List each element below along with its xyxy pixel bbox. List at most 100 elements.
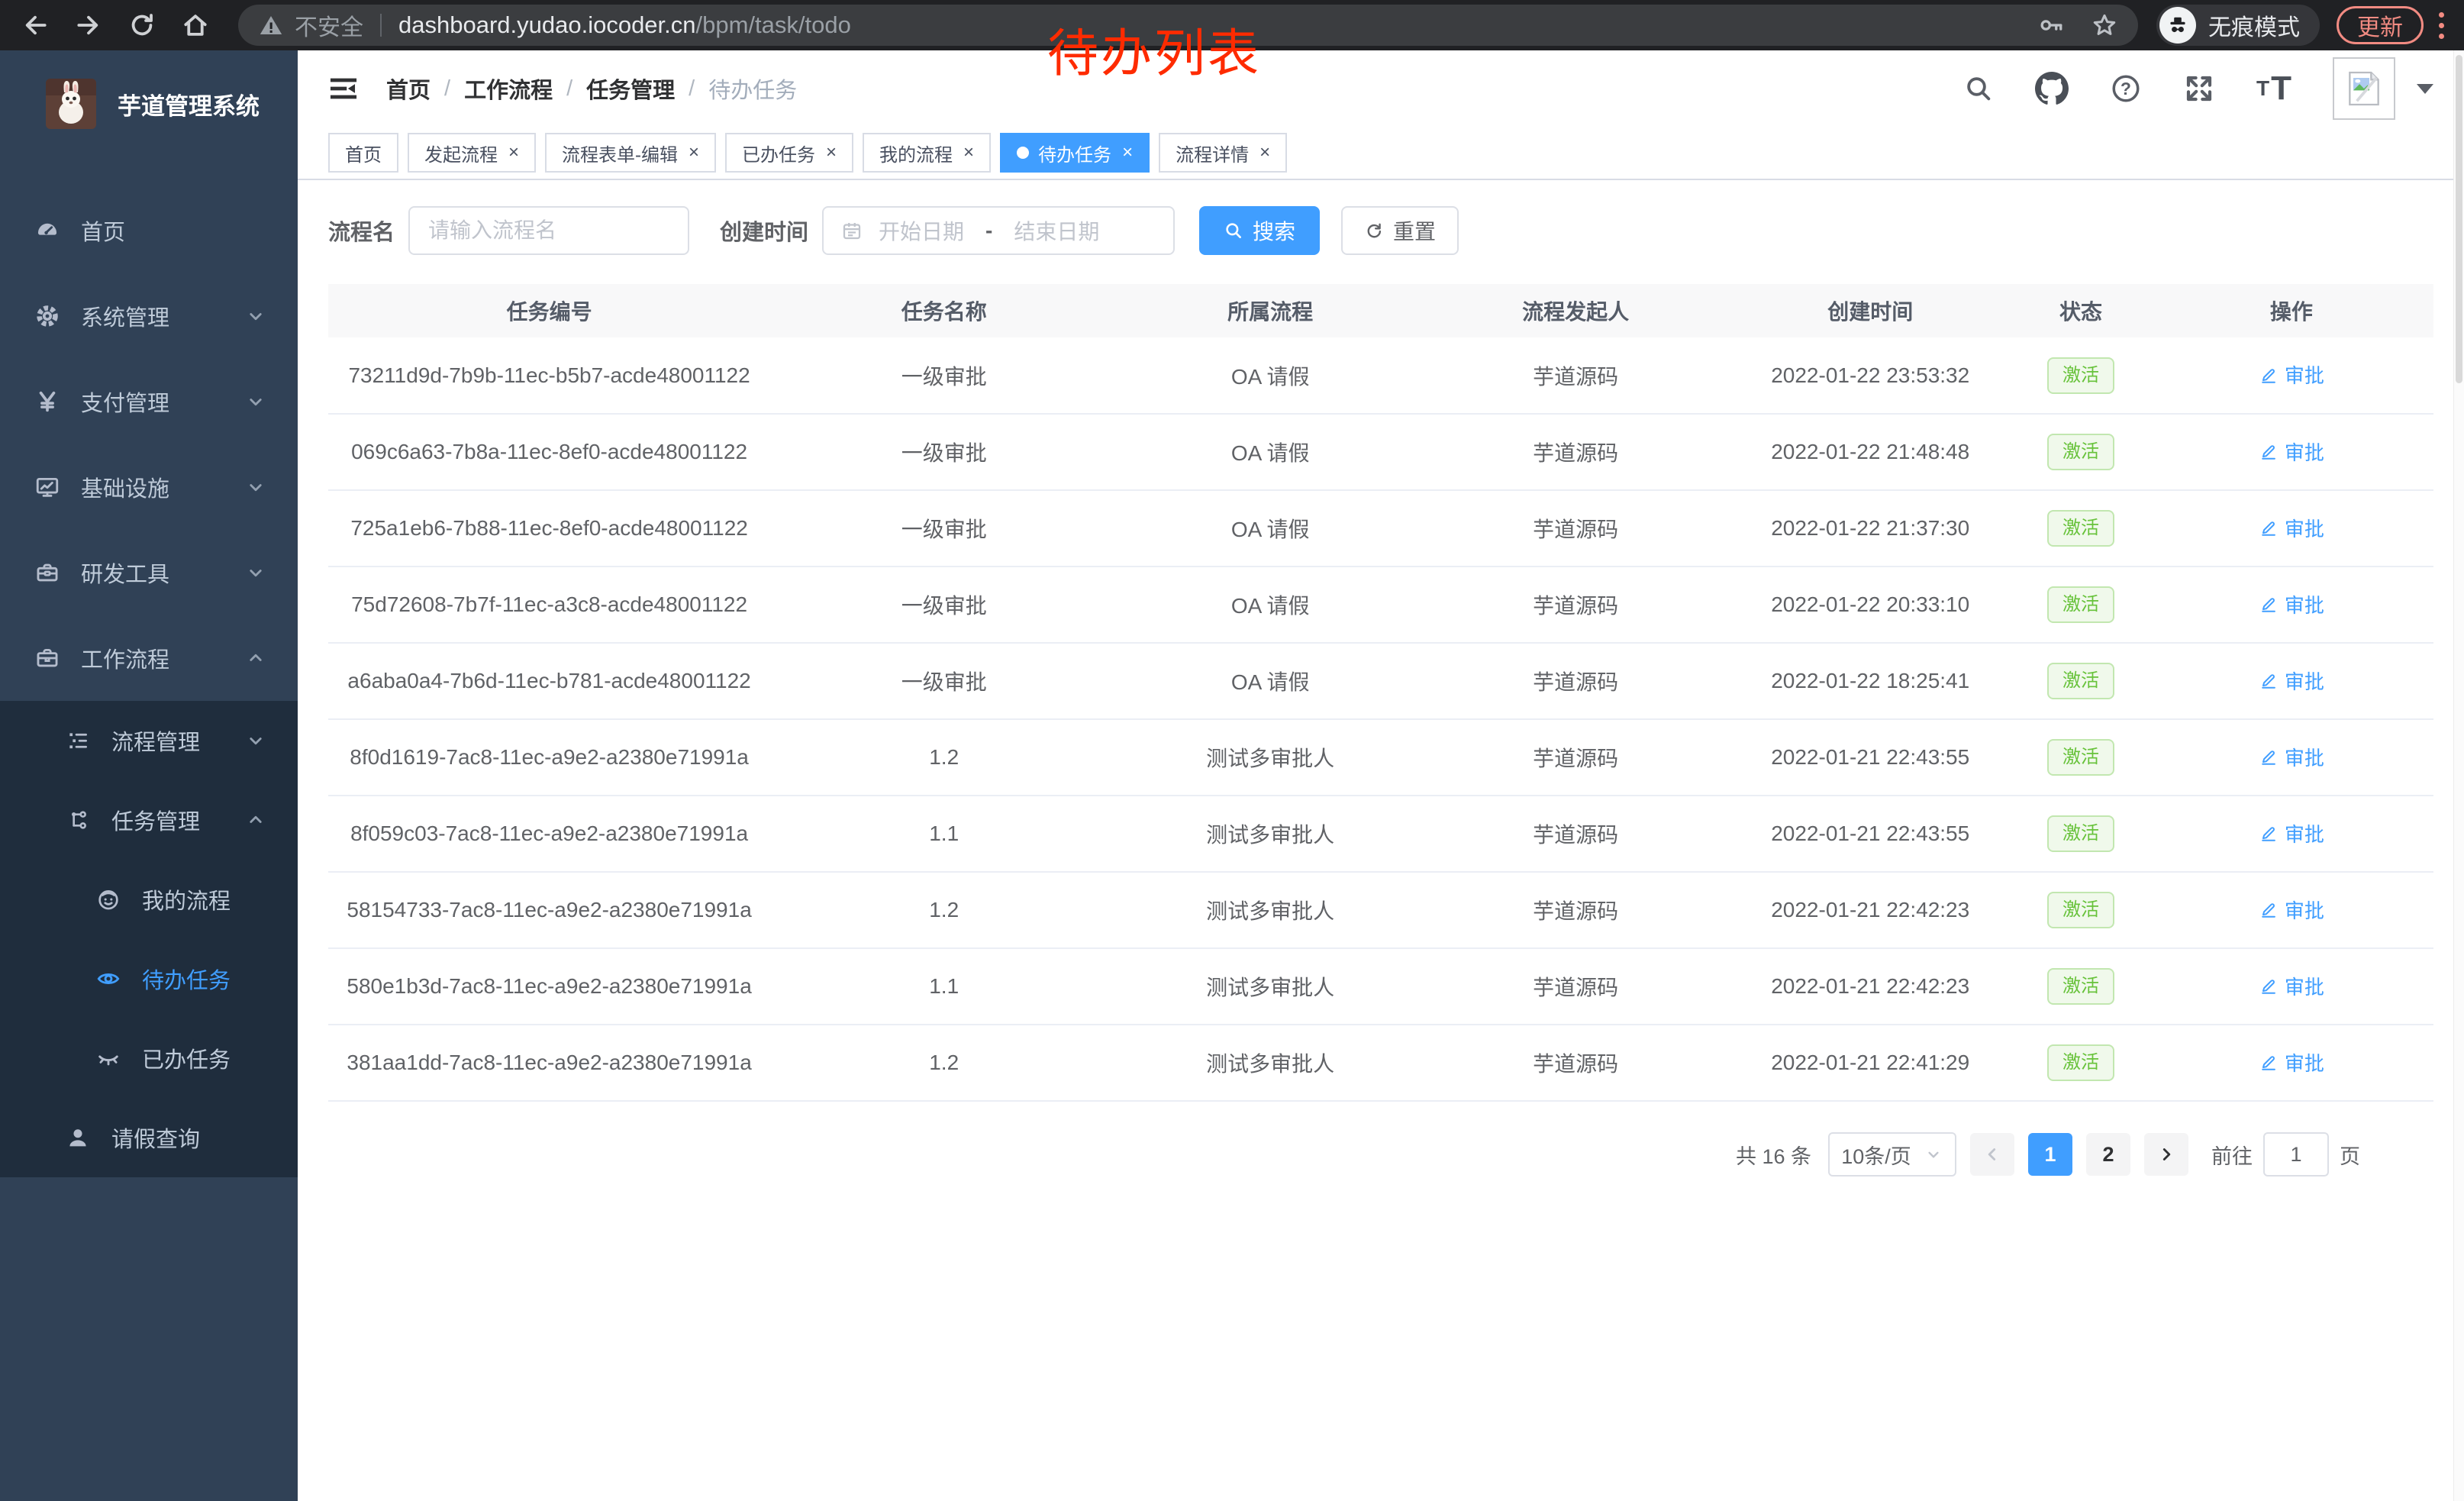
sidebar-item-my-process[interactable]: 我的流程 xyxy=(0,860,298,939)
sidebar-item-dev-tools[interactable]: 研发工具 xyxy=(0,530,298,615)
chevron-down-icon xyxy=(244,305,267,328)
status-cell: 激活 xyxy=(2012,796,2149,872)
sidebar-item-leave-query[interactable]: 请假查询 xyxy=(0,1098,298,1177)
create-time-cell: 2022-01-21 22:42:23 xyxy=(1728,948,2012,1025)
browser-home-icon[interactable] xyxy=(180,10,211,40)
help-icon[interactable]: ? xyxy=(2110,73,2142,105)
tab-process-detail[interactable]: 流程详情× xyxy=(1159,133,1287,173)
sidebar-item-home[interactable]: 首页 xyxy=(0,188,298,273)
sidebar-item-done-task[interactable]: 已办任务 xyxy=(0,1018,298,1098)
reset-button[interactable]: 重置 xyxy=(1341,206,1459,255)
tab-close-icon[interactable]: × xyxy=(1122,144,1133,162)
starter-cell: 芋道源码 xyxy=(1423,948,1728,1025)
fullscreen-icon[interactable] xyxy=(2183,73,2215,105)
browser-menu-icon[interactable] xyxy=(2439,12,2444,39)
tab-initiate-process[interactable]: 发起流程× xyxy=(408,133,536,173)
approve-link[interactable]: 审批 xyxy=(2259,1048,2324,1077)
bookmark-star-icon[interactable] xyxy=(2091,11,2118,39)
search-icon[interactable] xyxy=(1963,73,1994,104)
approve-link[interactable]: 审批 xyxy=(2259,514,2324,542)
edit-pencil-icon xyxy=(2259,594,2279,614)
sidebar-item-todo-task[interactable]: 待办任务 xyxy=(0,939,298,1018)
tab-process-form-edit[interactable]: 流程表单-编辑× xyxy=(545,133,716,173)
incognito-badge: 无痕模式 xyxy=(2156,5,2320,46)
page-button-2[interactable]: 2 xyxy=(2086,1133,2130,1176)
tab-close-icon[interactable]: × xyxy=(826,144,837,162)
tab-done-task[interactable]: 已办任务× xyxy=(725,133,853,173)
logo[interactable]: 芋道管理系统 xyxy=(0,50,298,157)
sidebar-item-system-management[interactable]: 系统管理 xyxy=(0,273,298,359)
sidebar-item-label: 系统管理 xyxy=(81,300,169,332)
tab-home[interactable]: 首页 xyxy=(328,133,398,173)
create-time-cell: 2022-01-22 23:53:32 xyxy=(1728,337,2012,414)
sidebar-item-label: 研发工具 xyxy=(81,557,169,589)
font-size-icon[interactable]: TT xyxy=(2256,72,2291,105)
approve-link[interactable]: 审批 xyxy=(2259,667,2324,695)
approve-link[interactable]: 审批 xyxy=(2259,896,2324,924)
edit-pencil-icon xyxy=(2259,747,2279,767)
approve-link[interactable]: 审批 xyxy=(2259,819,2324,847)
tab-todo-task[interactable]: 待办任务× xyxy=(1000,133,1150,173)
incognito-label: 无痕模式 xyxy=(2208,8,2300,42)
breadcrumb-item[interactable]: 任务管理 xyxy=(586,73,675,105)
approve-link[interactable]: 审批 xyxy=(2259,590,2324,618)
approve-link-label: 审批 xyxy=(2285,514,2324,542)
date-range-picker[interactable]: 开始日期 - 结束日期 xyxy=(822,206,1175,255)
tab-close-icon[interactable]: × xyxy=(1259,144,1270,162)
page-button-1[interactable]: 1 xyxy=(2028,1133,2072,1176)
breadcrumb-separator: / xyxy=(444,76,450,102)
prev-page-button[interactable] xyxy=(1970,1133,2014,1176)
status-badge: 激活 xyxy=(2047,968,2114,1005)
github-icon[interactable] xyxy=(2035,72,2069,105)
starter-cell: 芋道源码 xyxy=(1423,490,1728,567)
approve-link[interactable]: 审批 xyxy=(2259,437,2324,466)
user-avatar[interactable] xyxy=(2333,57,2395,120)
status-badge: 激活 xyxy=(2047,510,2114,547)
browser-update-button[interactable]: 更新 xyxy=(2337,6,2424,44)
url-text: dashboard.yudao.iocoder.cn/bpm/task/todo xyxy=(398,11,851,39)
window-scrollbar[interactable] xyxy=(2453,50,2464,1501)
edit-pencil-icon xyxy=(2259,518,2279,537)
tab-close-icon[interactable]: × xyxy=(963,144,974,162)
browser-back-icon[interactable] xyxy=(20,10,50,40)
avatar-caret-icon[interactable] xyxy=(2417,84,2433,94)
breadcrumb-item[interactable]: 工作流程 xyxy=(464,73,553,105)
omnibox-divider xyxy=(380,14,382,37)
search-button[interactable]: 搜索 xyxy=(1199,206,1320,255)
next-page-button[interactable] xyxy=(2144,1133,2188,1176)
sidebar-item-label: 支付管理 xyxy=(81,386,169,418)
process-name-input[interactable] xyxy=(408,206,689,255)
task-name-cell: 1.1 xyxy=(770,796,1118,872)
approve-link[interactable]: 审批 xyxy=(2259,360,2324,389)
password-key-icon[interactable] xyxy=(2037,11,2065,39)
monitor-icon xyxy=(32,474,63,500)
tab-close-icon[interactable]: × xyxy=(689,144,699,162)
page-size-select[interactable]: 10条/页 xyxy=(1828,1132,1956,1177)
breadcrumb-item[interactable]: 首页 xyxy=(386,73,431,105)
app-title: 芋道管理系统 xyxy=(118,87,260,121)
tab-close-icon[interactable]: × xyxy=(508,144,519,162)
sidebar-item-workflow[interactable]: 工作流程 xyxy=(0,615,298,701)
process-cell: 测试多审批人 xyxy=(1118,872,1423,948)
page-size-value: 10条/页 xyxy=(1841,1140,1911,1170)
approve-link[interactable]: 审批 xyxy=(2259,743,2324,771)
browser-forward-icon[interactable] xyxy=(73,10,104,40)
sidebar-item-process-management[interactable]: 流程管理 xyxy=(0,701,298,780)
sidebar-item-task-management[interactable]: 任务管理 xyxy=(0,780,298,860)
create-time-cell: 2022-01-21 22:43:55 xyxy=(1728,719,2012,796)
sidebar-item-infrastructure[interactable]: 基础设施 xyxy=(0,444,298,530)
edit-pencil-icon xyxy=(2259,365,2279,385)
scrollbar-thumb[interactable] xyxy=(2456,55,2462,383)
end-date-placeholder: 结束日期 xyxy=(1014,215,1099,246)
tab-my-process[interactable]: 我的流程 × xyxy=(863,133,991,173)
starter-cell: 芋道源码 xyxy=(1423,872,1728,948)
not-secure-warning-icon xyxy=(258,12,284,38)
tab-label: 我的流程 xyxy=(879,140,953,166)
sidebar-fold-icon[interactable] xyxy=(327,72,360,105)
eye-open-icon xyxy=(93,966,124,992)
goto-page-input[interactable] xyxy=(2263,1132,2329,1177)
yen-icon xyxy=(32,389,63,415)
browser-reload-icon[interactable] xyxy=(127,10,157,40)
sidebar-item-payment-management[interactable]: 支付管理 xyxy=(0,359,298,444)
approve-link[interactable]: 审批 xyxy=(2259,972,2324,1000)
